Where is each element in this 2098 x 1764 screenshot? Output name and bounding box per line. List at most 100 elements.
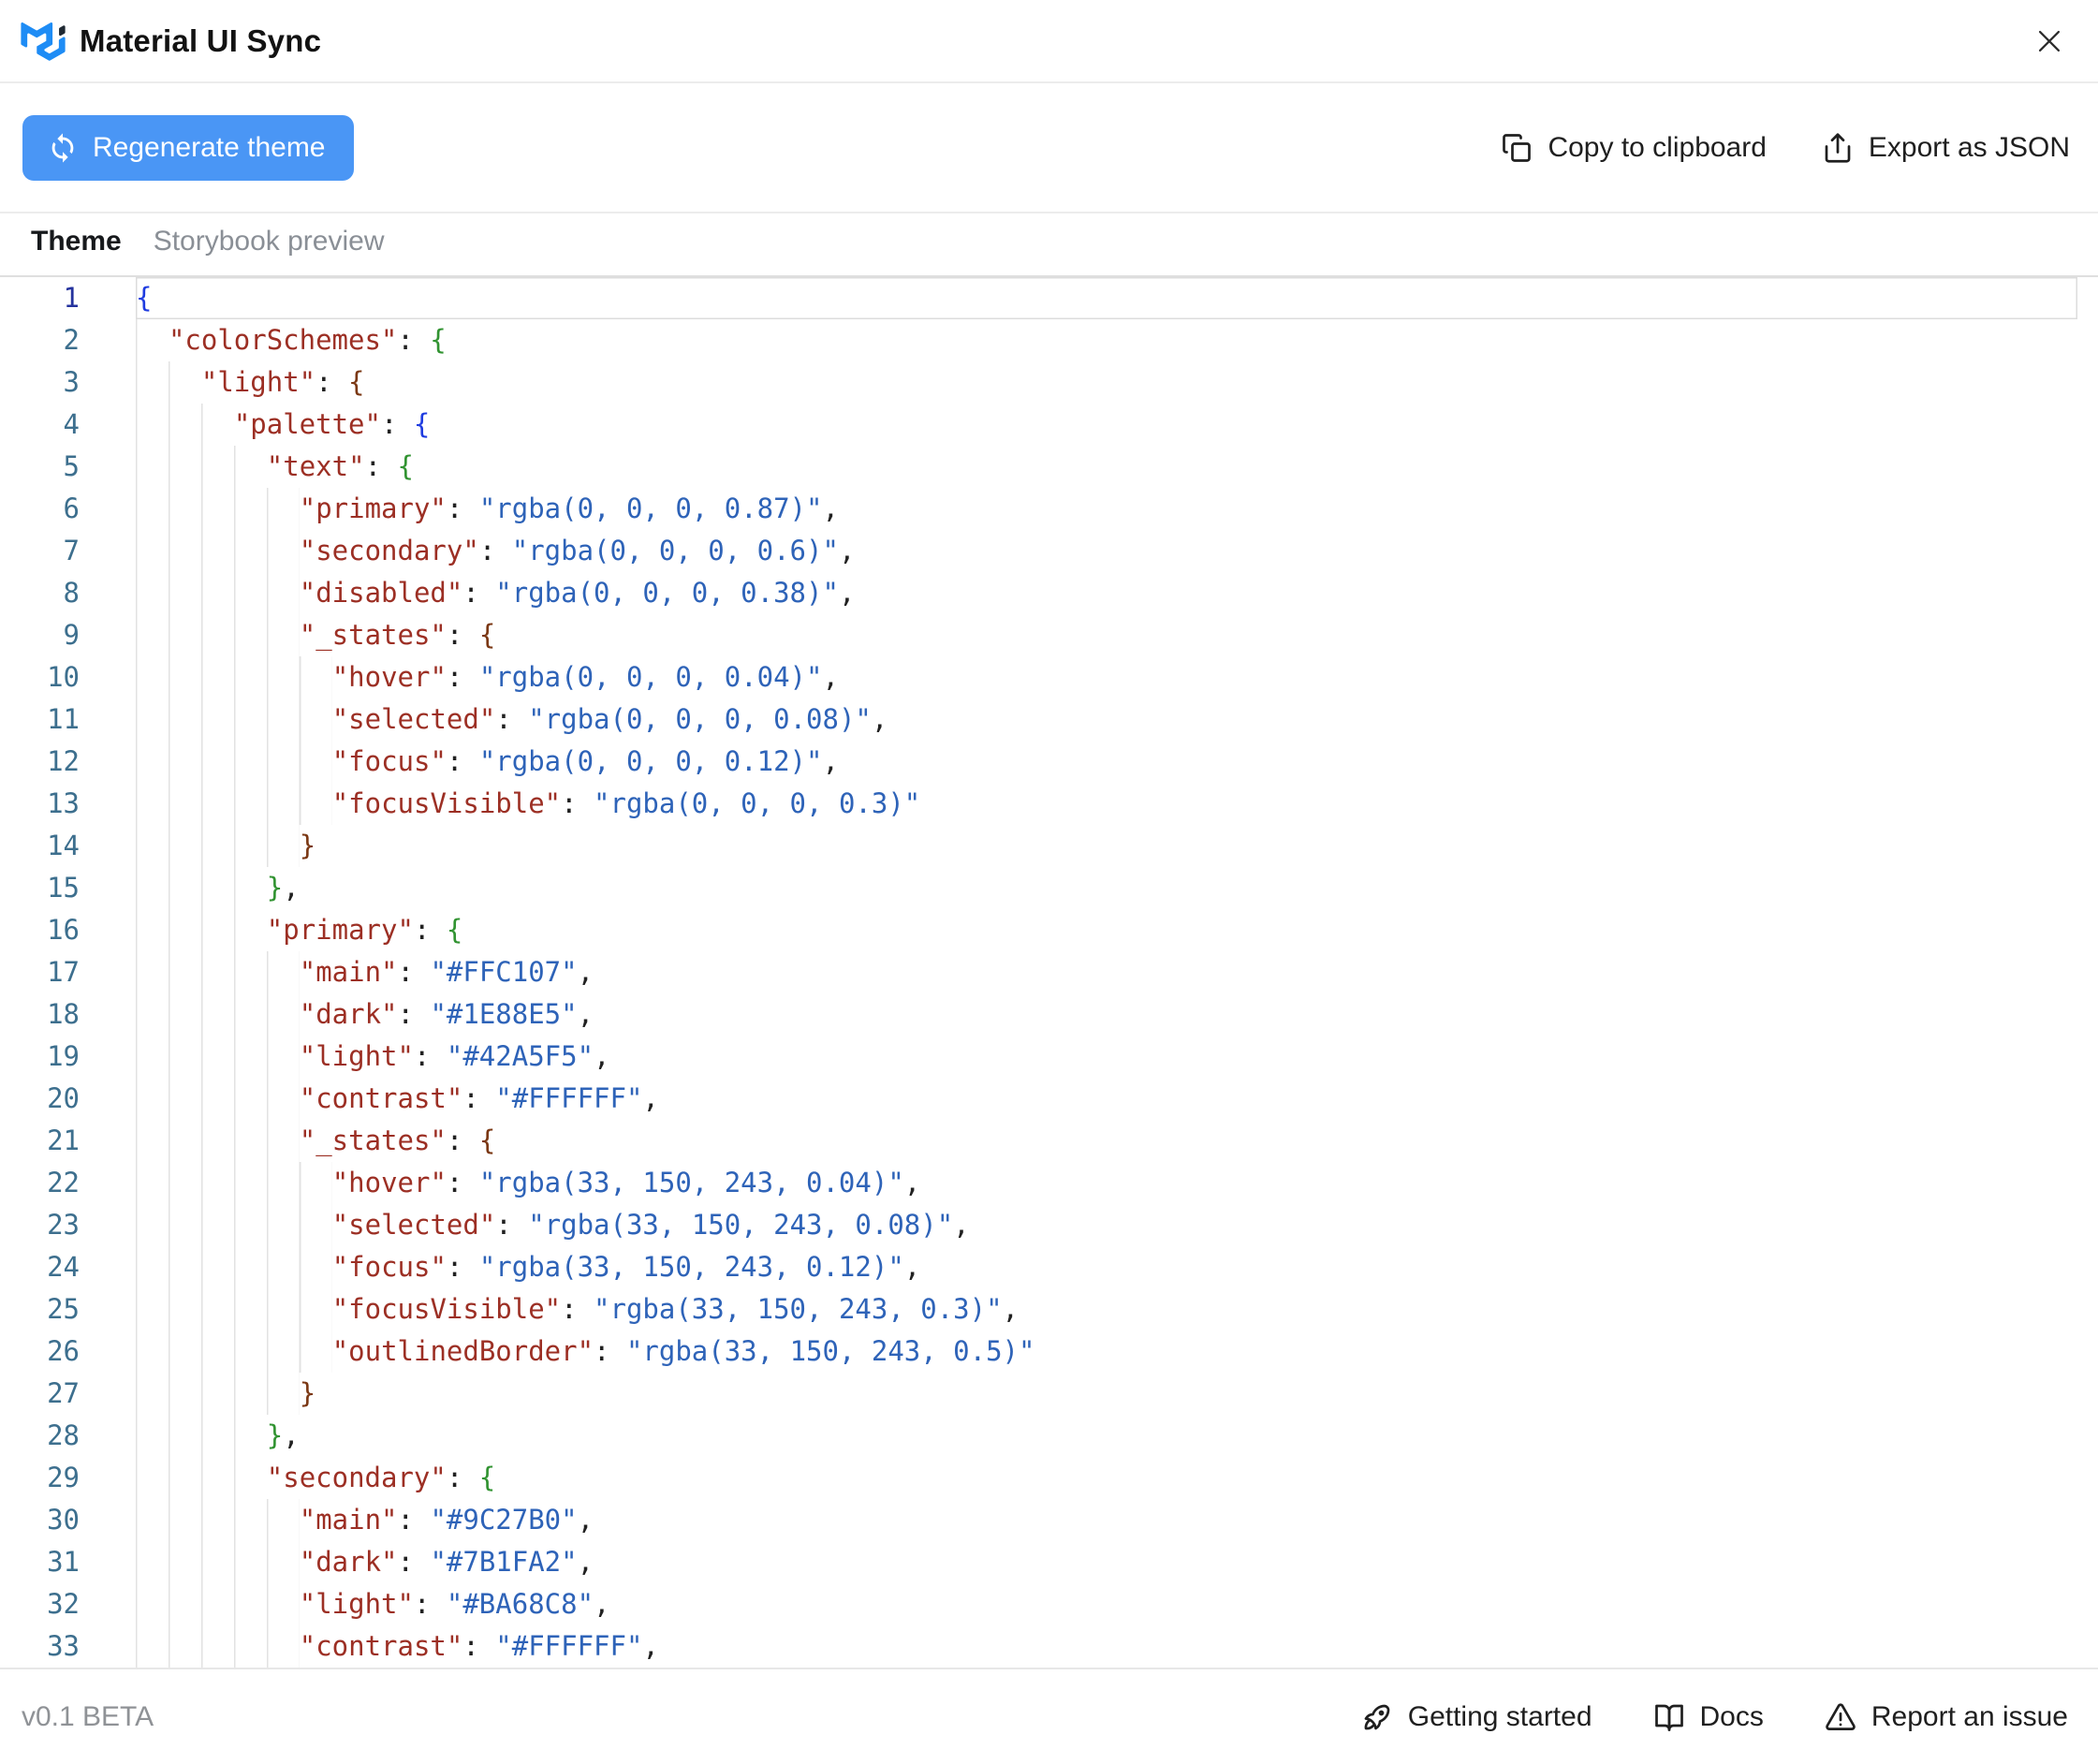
- sync-icon: [47, 132, 79, 164]
- copy-to-clipboard-button[interactable]: Copy to clipboard: [1500, 131, 1766, 165]
- code-line[interactable]: 25 "focusVisible": "rgba(33, 150, 243, 0.…: [0, 1288, 2098, 1330]
- line-number: 4: [0, 404, 94, 446]
- code-line[interactable]: 30"main": "#9C27B0",: [0, 1499, 2098, 1541]
- code-line-content: "primary": "rgba(0, 0, 0, 0.87)",: [136, 488, 2077, 530]
- code-line[interactable]: 31 "dark": "#7B1FA2",: [0, 1541, 2098, 1583]
- page-title: Material UI Sync: [80, 23, 321, 59]
- code-line[interactable]: 19 "light": "#42A5F5",: [0, 1036, 2098, 1078]
- code-line-content: "outlinedBorder": "rgba(33, 150, 243, 0.…: [136, 1330, 2077, 1373]
- warning-icon: [1824, 1700, 1857, 1734]
- code-line-content: "_states": {: [136, 614, 2077, 656]
- code-line[interactable]: 1{: [0, 277, 2098, 319]
- code-line[interactable]: 23"selected": "rgba(33, 150, 243, 0.08)"…: [0, 1204, 2098, 1246]
- line-number: 32: [0, 1583, 94, 1625]
- line-number: 19: [0, 1036, 94, 1078]
- version-label: v0.1 BETA: [22, 1701, 154, 1733]
- code-line-content: "dark": "#1E88E5",: [136, 993, 2077, 1036]
- code-line-content: "contrast": "#FFFFFF",: [136, 1078, 2077, 1120]
- code-line-content: "disabled": "rgba(0, 0, 0, 0.38)",: [136, 572, 2077, 614]
- code-line[interactable]: 21"_states": {: [0, 1120, 2098, 1162]
- line-number: 23: [0, 1204, 94, 1246]
- code-line[interactable]: 10"hover": "rgba(0, 0, 0, 0.04)",: [0, 656, 2098, 698]
- line-number: 17: [0, 951, 94, 993]
- export-as-json-label: Export as JSON: [1869, 132, 2070, 164]
- code-line-content: "main": "#9C27B0",: [136, 1499, 2077, 1541]
- tab-theme[interactable]: Theme: [31, 226, 122, 257]
- code-editor[interactable]: 1{2"colorSchemes": {3"light": {4"palette…: [0, 275, 2098, 1668]
- line-number: 28: [0, 1415, 94, 1457]
- book-icon: [1652, 1700, 1686, 1734]
- line-number: 31: [0, 1541, 94, 1583]
- line-number: 25: [0, 1288, 94, 1330]
- copy-to-clipboard-label: Copy to clipboard: [1548, 132, 1766, 164]
- line-number: 21: [0, 1120, 94, 1162]
- code-line[interactable]: 18 "dark": "#1E88E5",: [0, 993, 2098, 1036]
- code-line-content: "focus": "rgba(33, 150, 243, 0.12)",: [136, 1246, 2077, 1288]
- line-number: 27: [0, 1373, 94, 1415]
- code-line-content: },: [136, 1415, 2077, 1457]
- code-line[interactable]: 7"secondary": "rgba(0, 0, 0, 0.6)",: [0, 530, 2098, 572]
- code-line[interactable]: 24"focus": "rgba(33, 150, 243, 0.12)",: [0, 1246, 2098, 1288]
- code-line[interactable]: 2"colorSchemes": {: [0, 319, 2098, 361]
- code-line[interactable]: 4"palette": {: [0, 404, 2098, 446]
- code-line[interactable]: 27}: [0, 1373, 2098, 1415]
- code-line-content: "focus": "rgba(0, 0, 0, 0.12)",: [136, 741, 2077, 783]
- rocket-icon: [1360, 1700, 1394, 1734]
- code-line[interactable]: 29"secondary": {: [0, 1457, 2098, 1499]
- code-line[interactable]: 8"disabled": "rgba(0, 0, 0, 0.38)",: [0, 572, 2098, 614]
- code-line[interactable]: 32 "light": "#BA68C8",: [0, 1583, 2098, 1625]
- line-number: 3: [0, 361, 94, 404]
- copy-icon: [1500, 131, 1533, 165]
- code-line[interactable]: 20 "contrast": "#FFFFFF",: [0, 1078, 2098, 1120]
- code-line-content: "selected": "rgba(0, 0, 0, 0.08)",: [136, 698, 2077, 741]
- code-line-content: "focusVisible": "rgba(0, 0, 0, 0.3)": [136, 783, 2077, 825]
- line-number: 22: [0, 1162, 94, 1204]
- line-number: 12: [0, 741, 94, 783]
- code-line-content: }: [136, 1373, 2077, 1415]
- code-line[interactable]: 17"main": "#FFC107",: [0, 951, 2098, 993]
- footer: v0.1 BETA Getting started Docs: [0, 1668, 2098, 1764]
- code-line[interactable]: 15},: [0, 867, 2098, 909]
- line-number: 18: [0, 993, 94, 1036]
- line-number: 7: [0, 530, 94, 572]
- code-line[interactable]: 3"light": {: [0, 361, 2098, 404]
- footer-links: Getting started Docs Report an issue: [1360, 1700, 2068, 1734]
- code-line[interactable]: 28},: [0, 1415, 2098, 1457]
- code-line[interactable]: 11"selected": "rgba(0, 0, 0, 0.08)",: [0, 698, 2098, 741]
- tab-bar: Theme Storybook preview: [0, 213, 2098, 275]
- code-line-content: "colorSchemes": {: [136, 319, 2077, 361]
- export-icon: [1821, 131, 1855, 165]
- code-line[interactable]: 6 "primary": "rgba(0, 0, 0, 0.87)",: [0, 488, 2098, 530]
- code-line[interactable]: 5"text": {: [0, 446, 2098, 488]
- line-number: 6: [0, 488, 94, 530]
- code-line-content: "dark": "#7B1FA2",: [136, 1541, 2077, 1583]
- code-line[interactable]: 16"primary": {: [0, 909, 2098, 951]
- getting-started-link[interactable]: Getting started: [1360, 1700, 1592, 1734]
- code-line-content: "focusVisible": "rgba(33, 150, 243, 0.3)…: [136, 1288, 2077, 1330]
- line-number: 29: [0, 1457, 94, 1499]
- plugin-window: Material UI Sync Regenerate theme Copy t…: [0, 0, 2098, 1764]
- code-line[interactable]: 9"_states": {: [0, 614, 2098, 656]
- code-line-content: "light": "#BA68C8",: [136, 1583, 2077, 1625]
- code-line[interactable]: 12 "focus": "rgba(0, 0, 0, 0.12)",: [0, 741, 2098, 783]
- code-line[interactable]: 22"hover": "rgba(33, 150, 243, 0.04)",: [0, 1162, 2098, 1204]
- line-number: 20: [0, 1078, 94, 1120]
- toolbar-actions: Copy to clipboard Export as JSON: [1500, 131, 2070, 165]
- code-line[interactable]: 26"outlinedBorder": "rgba(33, 150, 243, …: [0, 1330, 2098, 1373]
- code-line[interactable]: 33"contrast": "#FFFFFF",: [0, 1625, 2098, 1668]
- docs-link[interactable]: Docs: [1652, 1700, 1764, 1734]
- line-number: 15: [0, 867, 94, 909]
- report-an-issue-link[interactable]: Report an issue: [1824, 1700, 2068, 1734]
- code-line-content: "light": "#42A5F5",: [136, 1036, 2077, 1078]
- export-as-json-button[interactable]: Export as JSON: [1821, 131, 2070, 165]
- close-icon[interactable]: [2029, 21, 2070, 62]
- code-line[interactable]: 14}: [0, 825, 2098, 867]
- code-line[interactable]: 13"focusVisible": "rgba(0, 0, 0, 0.3)": [0, 783, 2098, 825]
- regenerate-theme-button[interactable]: Regenerate theme: [22, 115, 354, 181]
- line-number: 5: [0, 446, 94, 488]
- line-number: 1: [0, 277, 94, 319]
- code-line-content: }: [136, 825, 2077, 867]
- line-number: 14: [0, 825, 94, 867]
- mui-logo-icon: [21, 22, 66, 61]
- tab-storybook-preview[interactable]: Storybook preview: [154, 226, 385, 257]
